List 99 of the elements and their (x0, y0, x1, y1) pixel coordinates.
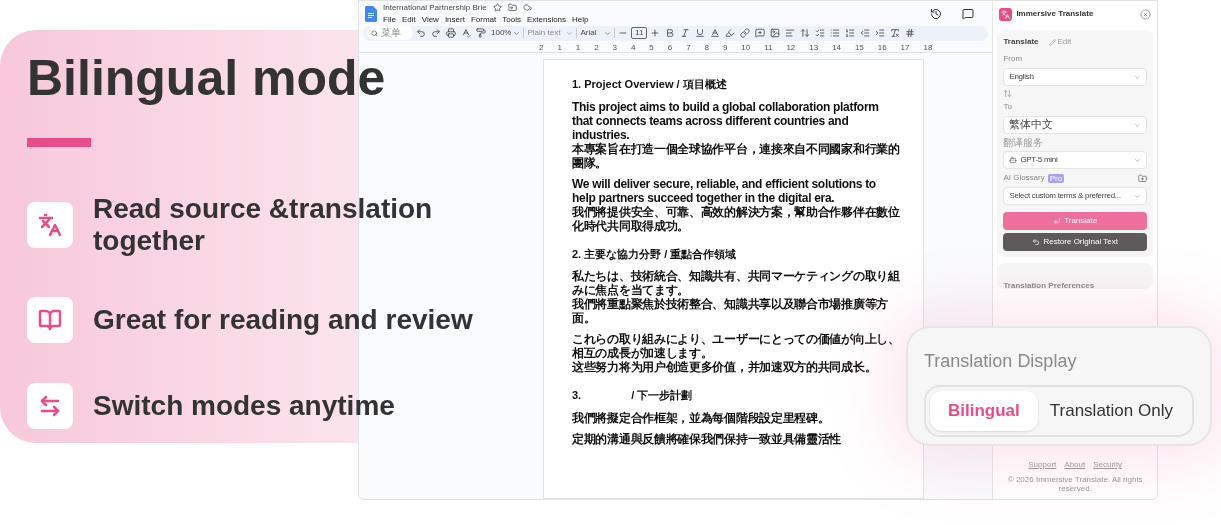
print-icon[interactable] (444, 26, 458, 41)
document-icon (365, 5, 377, 22)
field-label: From (1003, 53, 1024, 65)
feature-text: Read source &translation together (93, 193, 434, 257)
feature-text: Switch modes anytime (93, 390, 396, 422)
folder-plus-icon[interactable] (1138, 173, 1147, 183)
cloud-icon[interactable] (522, 3, 532, 13)
font-dropdown[interactable]: Arial (578, 27, 614, 40)
menu-item[interactable]: Tools (502, 13, 521, 26)
ruler-number: 8 (704, 42, 709, 52)
paragraph-text: We will deliver secure, reliable, and efficient solutions to help partners succeed together in the digital era. (572, 176, 877, 205)
ruler-number: 2 (539, 42, 544, 52)
paragraph-text: 我們將提供安全、可靠、高效的解決方案，幫助合作夥伴在數位化時代共同取得成功。 (572, 204, 901, 233)
hero-title: Bilingual mode (27, 49, 387, 108)
book-icon (38, 308, 62, 332)
preferences-title: Translation Preferences (1003, 281, 1095, 290)
paragraph-text: 本專案旨在打造一個全球協作平台，連接來自不同國家和行業的團隊。 (572, 141, 901, 170)
search-menu-field[interactable]: 菜单 (367, 26, 413, 41)
app-name: Immersive Translate (1016, 8, 1095, 20)
ruler-number: 1 (575, 42, 581, 52)
robot-icon (1009, 156, 1018, 164)
ruler-number: 14 (832, 42, 841, 52)
chevron-down-icon (1134, 121, 1141, 129)
add-comment-icon[interactable] (753, 26, 768, 41)
ruler-number: 4 (630, 42, 636, 52)
section-title: Translate (1003, 36, 1039, 48)
zoom-dropdown[interactable]: 100% (489, 27, 523, 40)
swap-arrows-icon (38, 394, 62, 418)
popup-title: Translation Display (924, 350, 1078, 373)
return-arrow-icon (1053, 217, 1062, 225)
ruler-number: 11 (764, 42, 773, 52)
search-placeholder: 菜单 (381, 28, 401, 39)
chevron-down-icon (1134, 73, 1141, 81)
ruler-number: 10 (741, 42, 751, 52)
ruler-number: 12 (786, 42, 796, 52)
translate-icon (38, 213, 62, 237)
ruler-number: 3 (612, 42, 617, 52)
ruler-number: 2 (594, 42, 599, 52)
close-icon[interactable] (1140, 8, 1151, 20)
menu-item[interactable]: Edit (401, 13, 416, 26)
paint-format-icon[interactable] (474, 26, 488, 41)
field-label: To (1003, 101, 1013, 113)
paragraph-text: これらの取り組みにより、ユーザーにとっての価値が向上し、相互の成長が加速します。 (572, 332, 901, 360)
chevron-down-icon (1134, 156, 1141, 164)
copyright-text: © 2026 Immersive Translate. All rights reserved. (1006, 475, 1144, 493)
ruler-number: 5 (649, 42, 654, 52)
menu-item[interactable]: View (421, 13, 439, 26)
link-icon[interactable] (738, 26, 753, 41)
pro-badge: Pro (1047, 173, 1065, 183)
caret-icon (604, 29, 612, 37)
source-language-select[interactable]: English (1003, 68, 1147, 86)
field-label: AI Glossary (1003, 172, 1045, 184)
document-heading: 2. 主要な協力分野 / 重點合作領域 (572, 246, 737, 262)
folder-icon[interactable] (507, 3, 517, 13)
menu-item[interactable]: Help (572, 13, 589, 26)
menu-item[interactable]: Insert (444, 13, 465, 26)
search-icon (371, 29, 378, 37)
paragraph-text: This project aims to build a global collaboration platform that connects teams across different countries and industries. (572, 99, 880, 142)
swap-languages-icon[interactable] (1003, 89, 1013, 98)
display-mode-option[interactable]: Bilingual (930, 391, 1038, 431)
undo-arrow-icon (1032, 238, 1041, 246)
caret-icon (513, 29, 521, 37)
field-label: 翻译服务 (1003, 137, 1045, 148)
document-title[interactable]: International Partnership Brie (383, 1, 487, 14)
paragraph-text: 私たちは、技術統合、知識共有、共同マーケティングの取り組みに焦点を当てます。 (572, 269, 901, 297)
paragraph-text: 定期的溝通與反饋將確保我們保持一致並具備靈活性 (572, 431, 842, 446)
ruler-number: 1 (557, 42, 562, 52)
paragraph-text: 这些努力将为用户创造更多价值，并加速双方的共同成长。 (572, 360, 877, 374)
chevron-down-icon (1134, 192, 1141, 200)
font-size-field[interactable]: 11 (631, 27, 648, 40)
star-icon[interactable] (492, 3, 502, 13)
paragraph-text: 我們將重點聚焦於技術整合、知識共享以及聯合市場推廣等方面。 (572, 297, 889, 325)
restore-button[interactable]: Restore Original Text (1003, 233, 1147, 251)
accent-bar (27, 138, 91, 147)
target-language-select[interactable]: 繁体中文 (1003, 116, 1147, 134)
ruler-number: 9 (722, 42, 728, 52)
pencil-icon (1048, 38, 1056, 46)
document-heading: 1. Project Overview / 項目概述 (572, 77, 727, 92)
menu-item[interactable]: Extensions (526, 13, 567, 26)
document-heading: / 下一步計劃 (631, 388, 693, 403)
service-select[interactable]: GPT-5 mini (1003, 151, 1147, 169)
caret-icon (566, 29, 574, 37)
ruler-number: 18 (923, 42, 933, 52)
ruler-number: 7 (686, 42, 691, 52)
app-logo-icon (999, 7, 1013, 21)
menu-item[interactable]: File (383, 13, 396, 26)
menu-item[interactable]: Format (470, 13, 497, 26)
comment-icon[interactable] (962, 7, 975, 20)
paragraph-text: 我們將擬定合作框架，並為每個階段設定里程碑。 (572, 410, 830, 425)
ruler-number: 16 (877, 42, 887, 52)
feature-text: Great for reading and review (93, 304, 473, 336)
history-icon[interactable] (930, 7, 943, 20)
display-mode-option[interactable]: Translation Only (1041, 391, 1181, 431)
heading-number: 3. (572, 388, 582, 403)
ruler-number: 15 (854, 42, 864, 52)
glossary-select[interactable]: Select custom terms & preferred... (1003, 187, 1147, 205)
ruler-number: 17 (900, 42, 910, 52)
ruler-number: 6 (667, 42, 673, 52)
ruler-number: 13 (809, 42, 819, 52)
